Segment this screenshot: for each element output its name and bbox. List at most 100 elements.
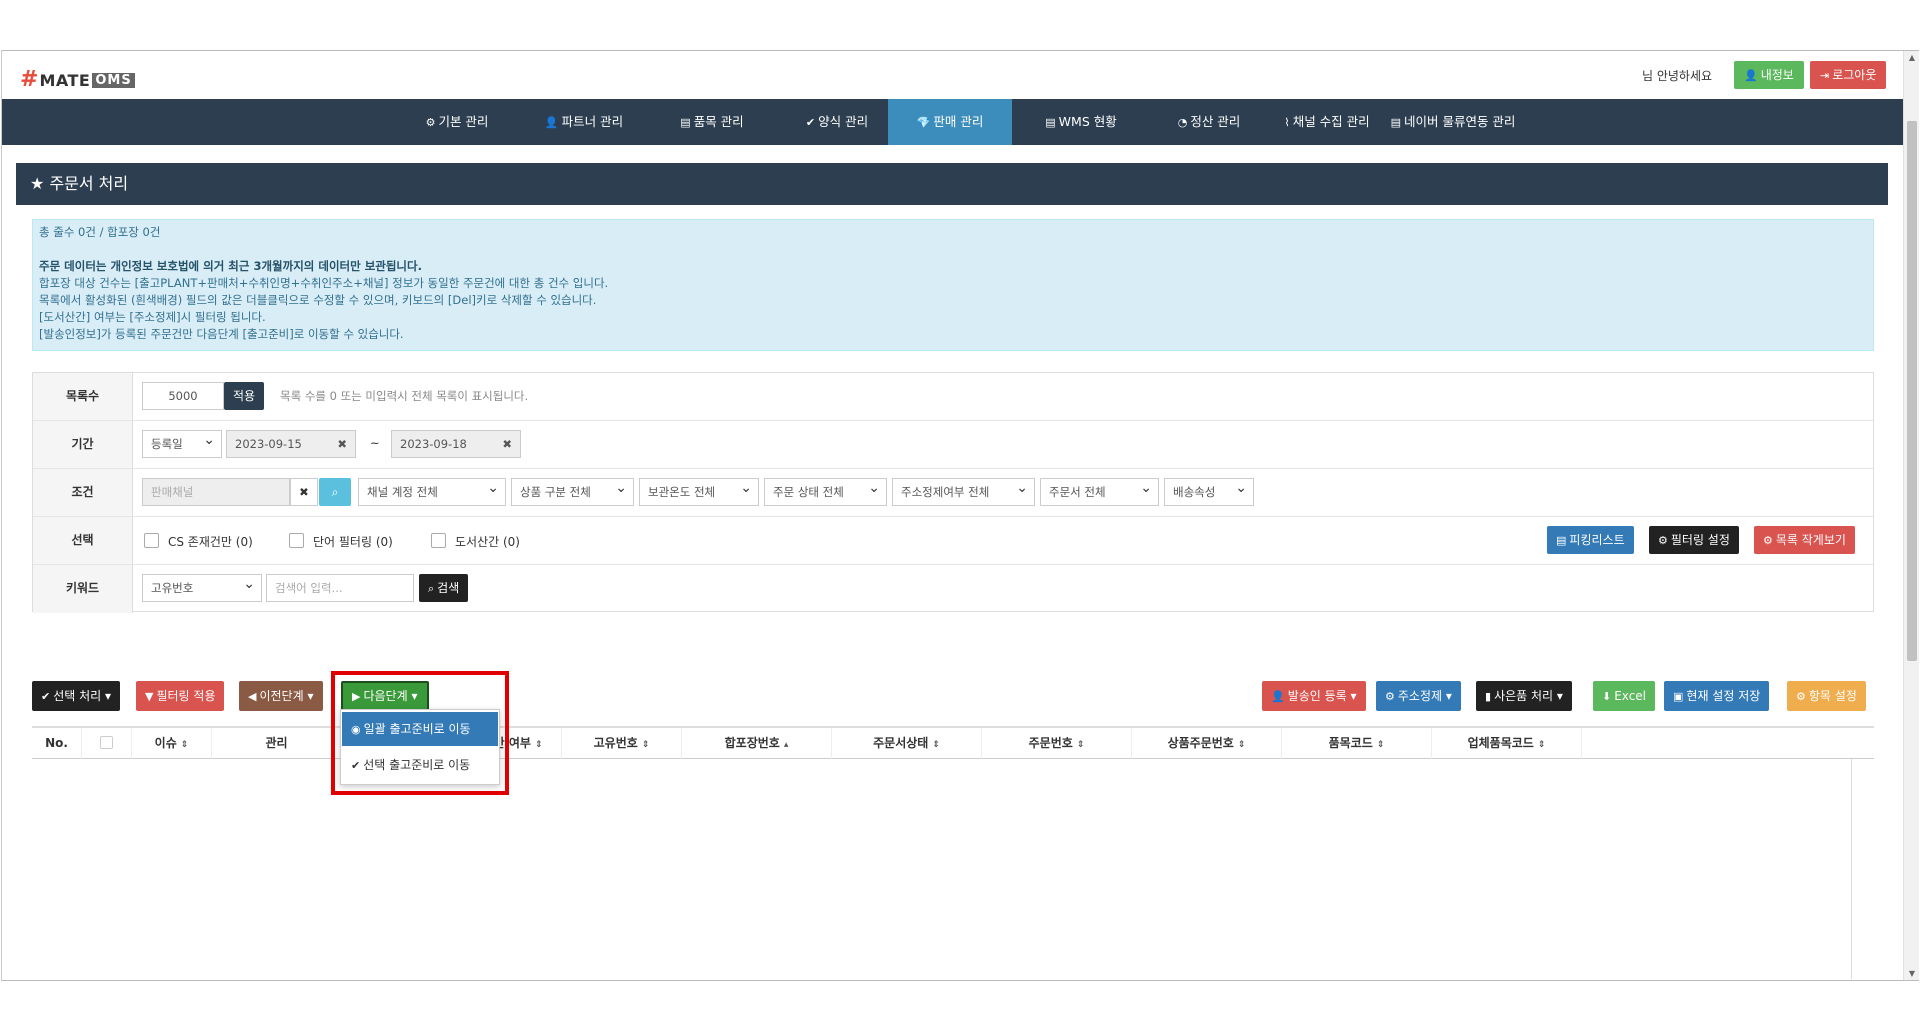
col-issue[interactable]: 이슈 ⇕ <box>132 728 212 759</box>
excel-button[interactable]: ⬇ Excel <box>1593 681 1656 711</box>
address-clean-button[interactable]: ⚙ 주소정제 ▾ <box>1376 681 1461 711</box>
nav-wms[interactable]: ▤ WMS 현황 <box>1024 99 1138 145</box>
info-island: [도서산간] 여부는 [주소정제]시 필터링 됩니다. <box>39 310 266 324</box>
logout-button[interactable]: ⇥ 로그아웃 <box>1810 61 1887 89</box>
channel-account-select[interactable]: 채널 계정 전체 <box>358 475 506 506</box>
logo[interactable]: # MATE OMS <box>20 69 135 91</box>
channel-input[interactable]: 판매채널 <box>142 478 290 506</box>
list-icon: ▤ <box>1045 116 1056 129</box>
sort-icon: ⇕ <box>641 740 650 750</box>
list-small-button[interactable]: ⚙ 목록 작게보기 <box>1754 526 1855 554</box>
my-info-label: 내정보 <box>1760 68 1794 82</box>
nav-channel[interactable]: ⌇ 채널 수집 관리 <box>1272 99 1382 145</box>
col-no[interactable]: No. <box>32 728 82 759</box>
caret-down-icon: ▾ <box>1350 689 1357 703</box>
my-info-button[interactable]: 👤 내정보 <box>1734 61 1804 89</box>
logo-hash: # <box>20 67 39 92</box>
caret-down-icon: ▾ <box>1445 689 1452 703</box>
col-order-status[interactable]: 주문서상태 ⇕ <box>832 728 982 759</box>
scrollbar[interactable]: ▲ ▼ <box>1903 51 1919 980</box>
save-settings-button[interactable]: ▣ 현재 설정 저장 <box>1664 681 1770 711</box>
storage-temp-select[interactable]: 보관온도 전체 <box>639 475 759 506</box>
nav-label: 품목 관리 <box>693 114 744 129</box>
col-unique-no[interactable]: 고유번호 ⇕ <box>562 728 682 759</box>
order-status-select[interactable]: 주문 상태 전체 <box>764 475 887 506</box>
keyword-row: 키워드 고유번호 검색어 입력... ⌕검색 <box>33 565 1873 613</box>
search-button[interactable]: ⌕ 검색 <box>419 574 469 602</box>
clear-icon[interactable]: ✖ <box>290 478 318 506</box>
delivery-attr-select[interactable]: 배송속성 <box>1164 475 1254 506</box>
scroll-thumb[interactable] <box>1907 121 1917 661</box>
item-settings-button[interactable]: ⚙ 항목 설정 <box>1787 681 1866 711</box>
caret-down-icon: ▾ <box>1556 689 1563 703</box>
gift-process-label: 사은품 처리 <box>1494 689 1554 703</box>
nav-basic[interactable]: ⚙ 기본 관리 <box>407 99 507 145</box>
nav-settlement[interactable]: ◔ 정산 관리 <box>1152 99 1266 145</box>
scroll-down-icon[interactable]: ▼ <box>1904 969 1919 978</box>
keyword-type-select[interactable]: 고유번호 <box>142 571 262 602</box>
col-vendor-item-code[interactable]: 업체품목코드 ⇕ <box>1432 728 1582 759</box>
row-count-input[interactable]: 5000 <box>142 382 224 410</box>
word-filter-checkbox[interactable] <box>289 533 304 548</box>
main-nav: ⚙ 기본 관리 👤 파트너 관리 ▤ 품목 관리 ✔ 양식 관리 💎 판매 관리 ▤ WMS… <box>2 99 1904 145</box>
caret-down-icon: ▾ <box>307 689 314 703</box>
col-manage[interactable]: 관리 <box>212 728 342 759</box>
date-type-select[interactable]: 등록일 <box>142 427 222 458</box>
date-to-input[interactable]: 2023-09-18 ✖ <box>391 430 521 458</box>
nav-sales[interactable]: 💎 판매 관리 <box>888 99 1012 145</box>
col-item-code[interactable]: 품목코드 ⇕ <box>1282 728 1432 759</box>
cs-checkbox[interactable] <box>144 533 159 548</box>
island-checkbox[interactable] <box>431 533 446 548</box>
scroll-up-icon[interactable]: ▲ <box>1904 53 1919 62</box>
gear-icon: ⚙ <box>425 116 436 129</box>
save-settings-label: 현재 설정 저장 <box>1686 689 1761 703</box>
clear-icon[interactable]: ✖ <box>502 431 512 457</box>
col-product-order-label: 상품주문번호 <box>1167 736 1234 750</box>
arrow-left-icon: ◀ <box>248 690 257 703</box>
logout-icon: ⇥ <box>1820 69 1830 82</box>
col-bundle-no[interactable]: 합포장번호 ▴ <box>682 728 832 759</box>
address-clean-select[interactable]: 주소정제여부 전체 <box>892 475 1035 506</box>
select-row: 선택 CS 존재건만 (0) 단어 필터링 (0) 도서산간 (0) ▤ 피킹리스… <box>33 517 1873 565</box>
search-icon[interactable]: ⌕ <box>319 478 351 506</box>
col-product-order-no[interactable]: 상품주문번호 ⇕ <box>1132 728 1282 759</box>
sender-register-button[interactable]: 👤 발송인 등록 ▾ <box>1262 681 1366 711</box>
info-count: 총 줄수 0건 / 합포장 0건 <box>39 225 161 239</box>
col-vendor-label: 업체품목코드 <box>1467 736 1534 750</box>
word-filter-label: 단어 필터링 (0) <box>313 535 393 549</box>
product-type-select[interactable]: 상품 구분 전체 <box>511 475 634 506</box>
info-sender: [발송인정보]가 등록된 주문건만 다음단계 [출고준비]로 이동할 수 있습니… <box>39 327 404 341</box>
nav-naver[interactable]: ▤ 네이버 물류연동 관리 <box>1385 99 1521 145</box>
user-icon: 👤 <box>1271 690 1285 703</box>
prev-step-button[interactable]: ◀ 이전단계 ▾ <box>239 681 323 711</box>
picking-list-button[interactable]: ▤ 피킹리스트 <box>1547 526 1634 554</box>
nav-partner[interactable]: 👤 파트너 관리 <box>529 99 639 145</box>
select-all-checkbox[interactable] <box>100 736 113 749</box>
address-clean-label: 주소정제 <box>1397 689 1443 703</box>
keyword-input[interactable]: 검색어 입력... <box>266 574 414 602</box>
col-order-label: 주문번호 <box>1028 736 1073 750</box>
col-item-label: 품목코드 <box>1328 736 1373 750</box>
clear-icon[interactable]: ✖ <box>337 431 347 457</box>
sort-icon: ⇕ <box>1537 740 1546 750</box>
nav-items[interactable]: ▤ 품목 관리 <box>657 99 767 145</box>
col-select-all[interactable] <box>82 728 132 759</box>
save-icon: ▣ <box>1673 690 1684 703</box>
sort-icon: ⇕ <box>932 740 940 750</box>
gift-process-button[interactable]: ▮ 사은품 처리 ▾ <box>1476 681 1572 711</box>
filter-apply-button[interactable]: ▼ 필터링 적용 <box>136 681 225 711</box>
nav-forms[interactable]: ✔ 양식 관리 <box>782 99 892 145</box>
order-sheet-select[interactable]: 주문서 전체 <box>1040 475 1159 506</box>
nav-label: 채널 수집 관리 <box>1292 114 1370 129</box>
condition-row: 조건 판매채널 ✖ ⌕ 채널 계정 전체 상품 구분 전체 보관온도 전체 주문… <box>33 469 1873 517</box>
row-count-hint: 목록 수를 0 또는 미입력시 전체 목록이 표시됩니다. <box>280 389 529 403</box>
list-small-label: 목록 작게보기 <box>1775 533 1846 547</box>
col-order-no[interactable]: 주문번호 ⇕ <box>982 728 1132 759</box>
date-from-input[interactable]: 2023-09-15 ✖ <box>226 430 356 458</box>
filter-settings-button[interactable]: ⚙ 필터링 설정 <box>1649 526 1739 554</box>
apply-button[interactable]: 적용 <box>224 382 265 410</box>
select-process-button[interactable]: ✔ 선택 처리 ▾ <box>32 681 121 711</box>
nav-label: 네이버 물류연동 관리 <box>1403 114 1516 129</box>
island-label: 도서산간 (0) <box>455 535 520 549</box>
filter-settings-label: 필터링 설정 <box>1670 533 1730 547</box>
